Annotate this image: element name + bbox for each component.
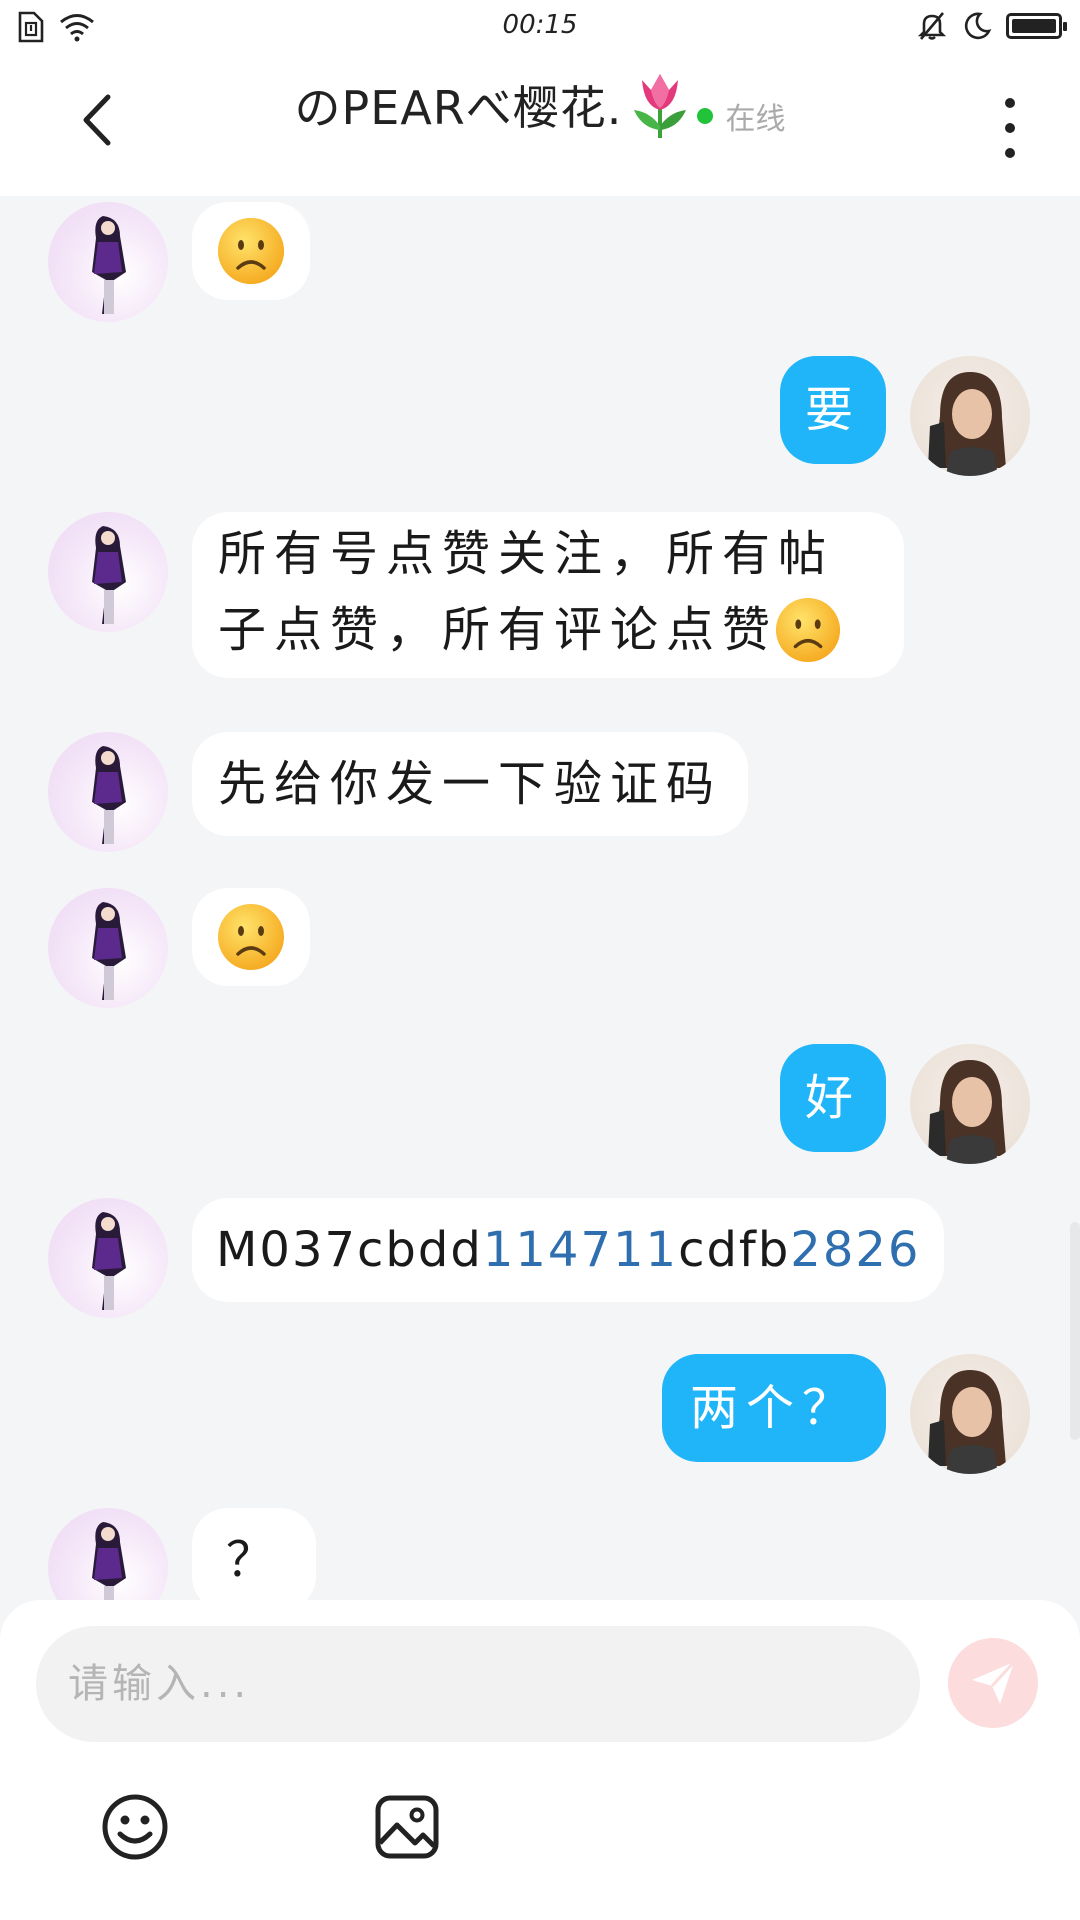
message-item: ？ bbox=[48, 1508, 317, 1600]
more-dot bbox=[1005, 148, 1015, 158]
user-avatar[interactable] bbox=[910, 356, 1030, 476]
anime-girl-avatar-icon bbox=[92, 746, 126, 844]
anime-girl-avatar-icon bbox=[92, 902, 126, 1000]
status-bar: 00:15 bbox=[0, 0, 1080, 56]
code-text-part: M037cbdd bbox=[216, 1222, 483, 1278]
message-item: 两个？ bbox=[661, 1354, 1030, 1474]
message-bubble[interactable]: 两个？ bbox=[661, 1354, 886, 1462]
message-input[interactable] bbox=[66, 1660, 890, 1708]
contact-avatar[interactable] bbox=[48, 1508, 168, 1600]
contact-avatar[interactable] bbox=[48, 512, 168, 632]
message-item bbox=[48, 202, 310, 322]
more-dot bbox=[1005, 98, 1015, 108]
online-dot bbox=[697, 108, 714, 124]
message-item: M037cbdd114711cdfb2826 bbox=[48, 1198, 945, 1318]
message-text-line: 子点赞，所有评论点赞 bbox=[218, 602, 779, 658]
message-item: 先给你发一下验证码 bbox=[48, 732, 749, 852]
message-text: 两个？ bbox=[689, 1380, 858, 1436]
user-avatar[interactable] bbox=[910, 1354, 1030, 1474]
code-number-link[interactable]: 114711 bbox=[483, 1222, 678, 1278]
paper-plane-icon bbox=[972, 1660, 1016, 1704]
anime-girl-avatar-icon bbox=[92, 216, 126, 314]
smiley-icon bbox=[102, 1794, 168, 1860]
message-bubble[interactable] bbox=[192, 888, 310, 986]
contact-avatar[interactable] bbox=[48, 732, 168, 852]
message-bubble[interactable]: M037cbdd114711cdfb2826 bbox=[192, 1198, 945, 1302]
message-list[interactable]: 要 所有号点赞关注，所有帖 子点赞，所有评论点赞 先给你发一下验证码 好 M03… bbox=[0, 196, 1080, 1600]
composer-panel bbox=[0, 1600, 1080, 1920]
back-button[interactable] bbox=[66, 90, 126, 150]
message-text: 要 bbox=[804, 382, 861, 438]
user-portrait-avatar-icon bbox=[928, 1060, 1006, 1164]
contact-name-row: のPEARべ樱花. bbox=[295, 70, 693, 140]
frowning-face-emoji-icon bbox=[775, 597, 841, 663]
message-bubble[interactable]: ？ bbox=[192, 1508, 317, 1600]
send-button[interactable] bbox=[948, 1638, 1038, 1728]
contact-avatar[interactable] bbox=[48, 888, 168, 1008]
message-bubble[interactable]: 要 bbox=[780, 356, 886, 464]
online-status-label: 在线 bbox=[725, 102, 786, 137]
code-text-part: cdfb bbox=[678, 1222, 791, 1278]
anime-girl-avatar-icon bbox=[92, 1522, 126, 1600]
contact-name: のPEARべ樱花. bbox=[294, 81, 623, 135]
status-right-icons bbox=[916, 10, 1067, 42]
image-icon bbox=[375, 1795, 439, 1859]
chevron-left-icon bbox=[83, 94, 111, 146]
message-bubble[interactable] bbox=[192, 202, 310, 300]
frowning-face-emoji-icon bbox=[218, 218, 284, 284]
message-item: 要 bbox=[780, 356, 1030, 476]
code-number-link[interactable]: 2826 bbox=[790, 1222, 920, 1278]
user-portrait-avatar-icon bbox=[928, 372, 1006, 476]
message-text: ？ bbox=[226, 1532, 283, 1588]
image-button[interactable] bbox=[370, 1790, 444, 1864]
more-options-button[interactable] bbox=[990, 98, 1030, 158]
contact-avatar[interactable] bbox=[48, 1198, 168, 1318]
chat-header: のPEARべ樱花. 在线 bbox=[0, 56, 1080, 196]
frowning-face-emoji-icon bbox=[218, 904, 284, 970]
message-input-container[interactable] bbox=[36, 1626, 920, 1742]
message-text: 好 bbox=[804, 1070, 861, 1126]
message-bubble[interactable]: 先给你发一下验证码 bbox=[192, 732, 749, 836]
message-text: 先给你发一下验证码 bbox=[218, 756, 723, 812]
bell-muted-icon bbox=[917, 12, 947, 40]
tulip-emoji-icon bbox=[634, 74, 687, 138]
message-text-line: 所有号点赞关注，所有帖 bbox=[218, 526, 835, 582]
contact-avatar[interactable] bbox=[48, 202, 168, 322]
message-item: 好 bbox=[780, 1044, 1030, 1164]
message-bubble[interactable]: 所有号点赞关注，所有帖 子点赞，所有评论点赞 bbox=[192, 512, 904, 678]
scrollbar[interactable] bbox=[1070, 1222, 1080, 1440]
online-status: 在线 bbox=[697, 94, 785, 138]
user-portrait-avatar-icon bbox=[928, 1370, 1006, 1474]
moon-icon bbox=[964, 12, 992, 40]
message-item bbox=[48, 888, 310, 1008]
message-item: 所有号点赞关注，所有帖 子点赞，所有评论点赞 bbox=[48, 512, 904, 678]
message-bubble[interactable]: 好 bbox=[780, 1044, 886, 1152]
user-avatar[interactable] bbox=[910, 1044, 1030, 1164]
emoji-button[interactable] bbox=[98, 1790, 172, 1864]
anime-girl-avatar-icon bbox=[92, 1212, 126, 1310]
anime-girl-avatar-icon bbox=[92, 526, 126, 624]
message-text-row: 子点赞，所有评论点赞 bbox=[218, 592, 878, 668]
battery-icon bbox=[1006, 13, 1067, 39]
chat-screen: 00:15 のPEARべ樱花. 在线 要 所有号点赞关注，所有帖 子点赞，所有评… bbox=[0, 0, 1080, 1920]
title-block: のPEARべ樱花. 在线 bbox=[200, 70, 880, 140]
more-dot bbox=[1005, 123, 1015, 133]
